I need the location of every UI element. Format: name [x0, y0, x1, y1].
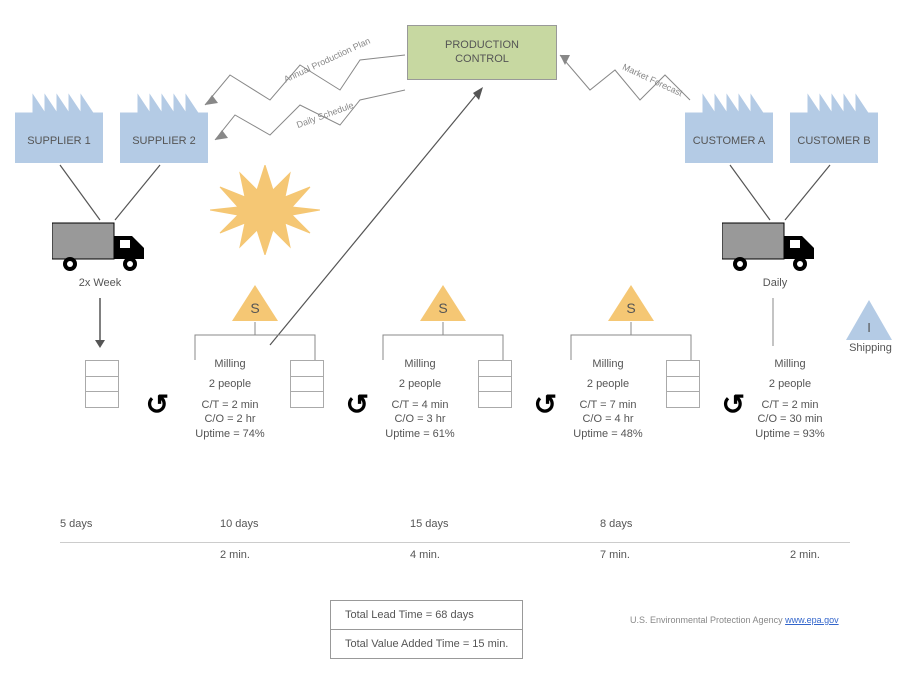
supermarket-bracket	[190, 320, 320, 362]
factory-icon	[15, 85, 103, 163]
supermarket-triangle: S	[232, 285, 278, 321]
customer-b: CUSTOMER B	[790, 85, 878, 163]
process-name: Milling	[553, 358, 663, 370]
process-co: C/O = 2 hr	[175, 412, 285, 426]
customer-b-label: CUSTOMER B	[790, 135, 878, 147]
lead-time-3: 15 days	[410, 512, 600, 542]
svg-text:S: S	[626, 300, 635, 316]
process-time-2: 4 min.	[410, 543, 600, 573]
process-ct: C/T = 4 min	[365, 398, 475, 412]
shipping-triangle: I	[846, 300, 892, 346]
process-4: Milling 2 people C/T = 2 min C/O = 30 mi…	[735, 358, 845, 441]
process-people: 2 people	[365, 378, 475, 390]
supplier-1: SUPPLIER 1	[15, 85, 103, 163]
info-flow-label-forecast: Market Forecast	[621, 62, 684, 99]
attribution-text: U.S. Environmental Protection Agency	[630, 615, 785, 625]
customer-a: CUSTOMER A	[685, 85, 773, 163]
supermarket-triangle: S	[608, 285, 654, 321]
process-people: 2 people	[553, 378, 663, 390]
supplier-2-label: SUPPLIER 2	[120, 135, 208, 147]
kaizen-burst-icon	[210, 165, 320, 255]
supplier-truck-freq: 2x Week	[70, 277, 130, 289]
process-time-1: 2 min.	[220, 543, 410, 573]
factory-icon	[790, 85, 878, 163]
process-people: 2 people	[735, 378, 845, 390]
svg-text:S: S	[438, 300, 447, 316]
shipping-caption: Shipping	[843, 342, 898, 354]
lead-time-1: 5 days	[60, 512, 220, 542]
process-2: Milling 2 people C/T = 4 min C/O = 3 hr …	[365, 358, 475, 441]
process-time-3: 7 min.	[600, 543, 790, 573]
customer-truck-line	[768, 298, 778, 348]
process-1: Milling 2 people C/T = 2 min C/O = 2 hr …	[175, 358, 285, 441]
supermarket-bracket	[378, 320, 508, 362]
process-name: Milling	[175, 358, 285, 370]
process-uptime: Uptime = 93%	[735, 427, 845, 441]
svg-text:I: I	[867, 320, 871, 335]
process-3: Milling 2 people C/T = 7 min C/O = 4 hr …	[553, 358, 663, 441]
truck-icon	[52, 218, 152, 273]
process-uptime: Uptime = 48%	[553, 427, 663, 441]
rotate-icon: ↻	[523, 388, 557, 422]
truck-icon	[722, 218, 822, 273]
lead-time-2: 10 days	[220, 512, 410, 542]
process-ct: C/T = 2 min	[735, 398, 845, 412]
supplier-truck	[52, 218, 152, 273]
svg-text:S: S	[250, 300, 259, 316]
info-flow-label-annual: Annual Production Plan	[282, 36, 371, 85]
process-name: Milling	[365, 358, 475, 370]
totals-box: Total Lead Time = 68 days Total Value Ad…	[330, 600, 523, 659]
info-flow-label-daily: Daily Schedule	[295, 100, 355, 130]
customer-truck	[722, 218, 822, 273]
inventory-box	[478, 360, 512, 408]
timeline: 5 days 10 days 15 days 8 days 2 min. 4 m…	[60, 512, 850, 573]
process-people: 2 people	[175, 378, 285, 390]
production-control-label: PRODUCTIONCONTROL	[445, 39, 519, 65]
inventory-box	[85, 360, 119, 408]
process-ct: C/T = 2 min	[175, 398, 285, 412]
rotate-icon: ↻	[135, 388, 169, 422]
production-control-box: PRODUCTIONCONTROL	[407, 25, 557, 80]
process-co: C/O = 30 min	[735, 412, 845, 426]
attribution: U.S. Environmental Protection Agency www…	[630, 615, 839, 625]
truck-to-stock-arrow	[90, 298, 110, 353]
supplier-2: SUPPLIER 2	[120, 85, 208, 163]
process-uptime: Uptime = 61%	[365, 427, 475, 441]
supermarket-triangle: S	[420, 285, 466, 321]
process-ct: C/T = 7 min	[553, 398, 663, 412]
attribution-link[interactable]: www.epa.gov	[785, 615, 839, 625]
total-lead-time: Total Lead Time = 68 days	[331, 601, 522, 630]
process-uptime: Uptime = 74%	[175, 427, 285, 441]
process-time-4: 2 min.	[790, 543, 850, 573]
customer-truck-freq: Daily	[750, 277, 800, 289]
factory-icon	[120, 85, 208, 163]
inventory-box	[290, 360, 324, 408]
customer-a-label: CUSTOMER A	[685, 135, 773, 147]
process-co: C/O = 4 hr	[553, 412, 663, 426]
customer-to-truck-lines	[715, 165, 845, 225]
supplier-1-label: SUPPLIER 1	[15, 135, 103, 147]
supermarket-bracket	[566, 320, 696, 362]
supplier-to-truck-lines	[45, 165, 175, 225]
process-name: Milling	[735, 358, 845, 370]
total-value-added: Total Value Added Time = 15 min.	[331, 630, 522, 658]
rotate-icon: ↻	[335, 388, 369, 422]
process-co: C/O = 3 hr	[365, 412, 475, 426]
lead-time-4: 8 days	[600, 512, 790, 542]
factory-icon	[685, 85, 773, 163]
inventory-box	[666, 360, 700, 408]
